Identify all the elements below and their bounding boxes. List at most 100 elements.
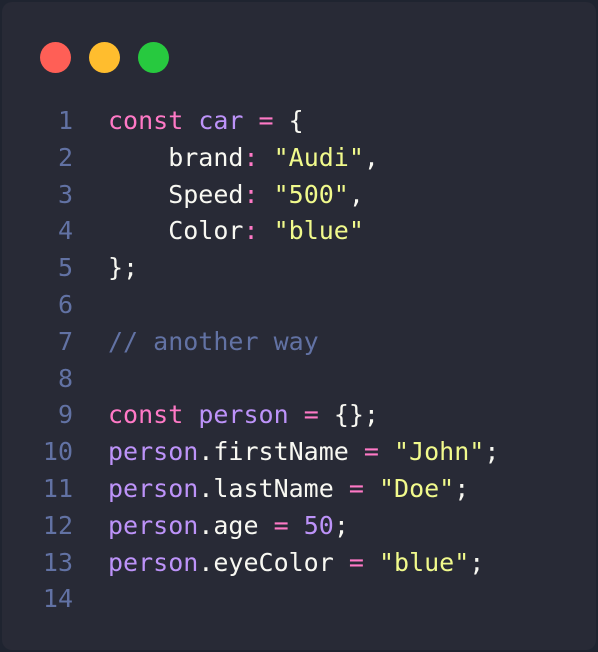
code-token-var: person <box>198 400 289 430</box>
code-token-op: = <box>363 437 379 467</box>
code-token-var: person <box>108 437 199 467</box>
line-number: 6 <box>57 289 73 319</box>
code-token-op: = <box>273 510 289 540</box>
line-content: Color: "blue" <box>108 213 364 250</box>
code-token-op: : <box>243 142 259 172</box>
code-line: 13 person.eyeColor = "blue"; <box>38 545 499 582</box>
code-token-string: "John" <box>394 437 485 467</box>
code-token-string: "500" <box>273 179 349 209</box>
code-window: 1 const car = {2 brand: "Audi", 3 Speed: "… <box>2 2 596 650</box>
code-block: 1 const car = {2 brand: "Audi", 3 Speed: "… <box>38 103 500 618</box>
code-token-punct: ; <box>333 510 349 540</box>
code-line: 7 // another way <box>38 324 499 361</box>
code-line: 6 <box>38 287 499 324</box>
line-number: 7 <box>57 326 73 356</box>
line-number: 14 <box>42 584 73 614</box>
line-number: 5 <box>57 253 73 283</box>
code-token-punct: ; <box>484 437 500 467</box>
minimize-dot-icon[interactable] <box>89 42 120 73</box>
line-content: person.lastName = "Doe"; <box>108 471 469 508</box>
code-token-punct: , <box>363 142 379 172</box>
code-token-op: = <box>348 473 364 503</box>
code-token-op: = <box>348 547 364 577</box>
code-line: 4 Color: "blue" <box>38 213 499 250</box>
line-number: 2 <box>57 142 73 172</box>
code-token-var: car <box>198 106 244 135</box>
code-token-op: = <box>303 400 319 430</box>
line-number: 13 <box>42 547 73 577</box>
code-token-punct: {}; <box>333 400 379 430</box>
code-token-prop: brand <box>108 142 244 172</box>
line-content: Speed: "500", <box>108 177 364 214</box>
line-number: 10 <box>42 437 73 467</box>
code-token-number: 50 <box>303 510 334 540</box>
line-content: const person = {}; <box>108 397 379 434</box>
line-number: 11 <box>42 473 73 503</box>
code-line: 5}; <box>38 250 499 287</box>
code-line: 8 <box>38 361 499 398</box>
code-token-punct: }; <box>108 253 139 283</box>
line-number: 4 <box>57 216 73 246</box>
code-line: 9 const person = {}; <box>38 397 499 434</box>
code-token-punct: ; <box>469 547 485 577</box>
code-token-string: "blue" <box>273 216 364 246</box>
line-content: const car = { <box>108 103 304 140</box>
code-token-string: "Doe" <box>378 473 455 503</box>
line-number: 12 <box>42 510 73 540</box>
line-number: 8 <box>57 363 73 393</box>
code-line: 14 <box>38 581 499 618</box>
code-token-keyword: const <box>108 106 184 135</box>
code-token-punct: { <box>288 106 304 135</box>
line-content: person.eyeColor = "blue"; <box>108 545 484 582</box>
line-content: }; <box>108 250 138 287</box>
code-token-punct: ; <box>454 473 470 503</box>
code-token-punct: , <box>348 179 364 209</box>
code-token-prop: Speed <box>108 179 244 209</box>
code-line: 10 person.firstName = "John"; <box>38 434 500 471</box>
code-line: 3 Speed: "500", <box>38 177 499 214</box>
code-token-op: = <box>258 106 274 135</box>
window-controls <box>40 42 169 74</box>
line-number: 9 <box>57 400 73 430</box>
line-content: // another way <box>108 324 319 361</box>
line-number: 1 <box>57 106 73 135</box>
code-token-op: : <box>243 179 259 209</box>
line-content: person.age = 50; <box>108 508 349 545</box>
code-token-prop: .firstName <box>198 437 349 467</box>
line-content: person.firstName = "John"; <box>108 434 499 471</box>
code-token-string: "Audi" <box>273 142 364 172</box>
code-token-string: "blue" <box>378 547 470 577</box>
code-token-prop: .eyeColor <box>198 547 334 577</box>
code-token-var: person <box>108 547 199 577</box>
line-content: brand: "Audi", <box>108 140 379 177</box>
code-token-var: person <box>108 510 199 540</box>
code-token-keyword: const <box>108 400 184 430</box>
code-token-prop: Color <box>108 216 244 246</box>
close-dot-icon[interactable] <box>40 42 71 73</box>
code-line: 12 person.age = 50; <box>38 508 499 545</box>
code-token-prop: .lastName <box>198 473 334 503</box>
code-token-prop: .age <box>198 510 259 540</box>
code-line: 11 person.lastName = "Doe"; <box>38 471 499 508</box>
code-token-op: : <box>243 216 259 246</box>
maximize-dot-icon[interactable] <box>138 42 169 73</box>
code-token-comment: // another way <box>108 326 319 356</box>
code-line: 1 const car = { <box>38 103 499 140</box>
code-token-var: person <box>108 473 199 503</box>
